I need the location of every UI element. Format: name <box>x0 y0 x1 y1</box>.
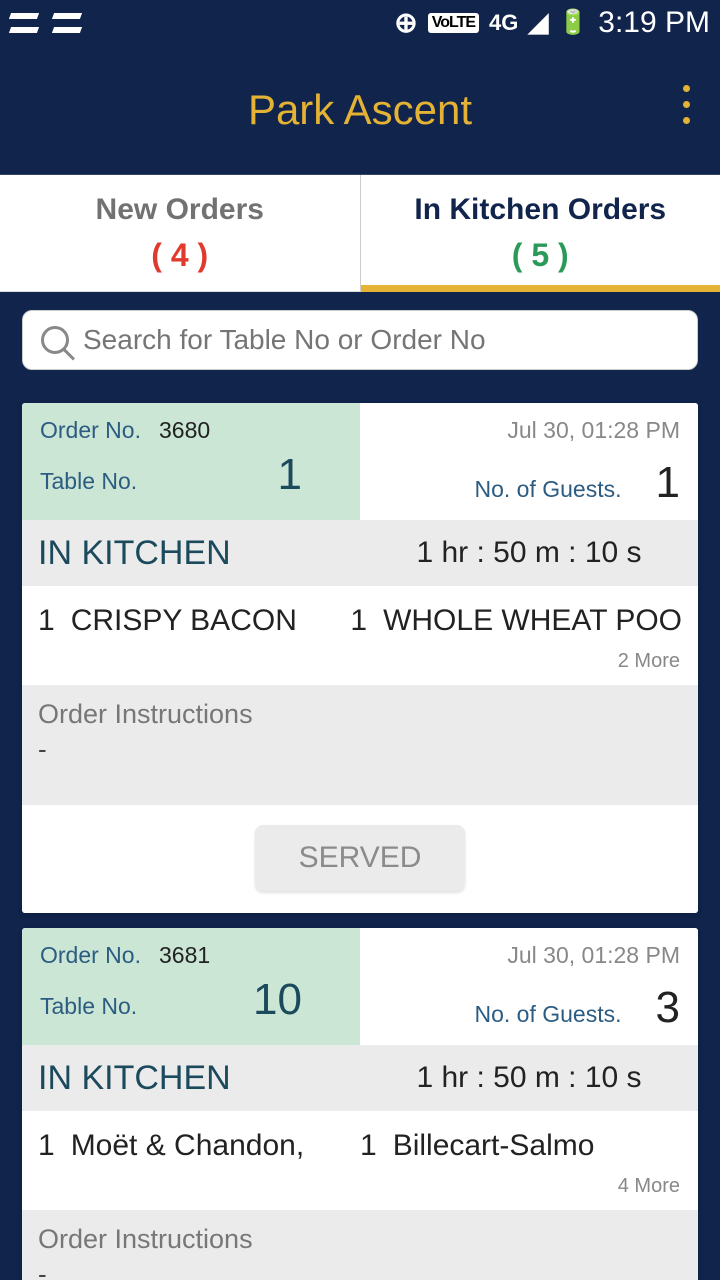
order-no-label: Order No. <box>40 942 141 969</box>
item-name: Moët & Chandon, <box>71 1129 304 1163</box>
nougat-icon <box>53 9 81 37</box>
instructions-text: - <box>38 734 682 765</box>
table-no-value: 1 <box>278 450 302 500</box>
overflow-menu-button[interactable] <box>683 85 690 124</box>
order-status: IN KITCHEN <box>22 520 360 586</box>
tab-label: New Orders <box>96 193 264 227</box>
item-qty: 1 <box>360 1129 377 1163</box>
more-items-link[interactable]: 4 More <box>22 1169 698 1210</box>
tab-count: ( 5 ) <box>512 237 569 274</box>
item-qty: 1 <box>38 1129 55 1163</box>
nougat-icon <box>10 9 38 37</box>
search-icon <box>41 326 69 354</box>
clock: 3:19 PM <box>598 6 710 40</box>
item-name: Billecart-Salmo <box>393 1129 595 1163</box>
guests-label: No. of Guests. <box>475 1001 622 1028</box>
instructions-label: Order Instructions <box>38 1224 682 1255</box>
item-qty: 1 <box>350 604 367 638</box>
table-no-value: 10 <box>253 975 302 1025</box>
tab-count: ( 4 ) <box>151 237 208 274</box>
data-sync-icon: ⊕ <box>394 6 417 39</box>
order-no-label: Order No. <box>40 417 141 444</box>
item-name: CRISPY BACON <box>71 604 297 638</box>
search-bar[interactable] <box>22 310 698 370</box>
guests-label: No. of Guests. <box>475 476 622 503</box>
instructions-label: Order Instructions <box>38 699 682 730</box>
table-no-label: Table No. <box>40 468 137 495</box>
network-label: 4G <box>489 10 518 36</box>
order-card[interactable]: Order No. 3680 Table No. 1 Jul 30, 01:28… <box>22 403 698 913</box>
tab-new-orders[interactable]: New Orders ( 4 ) <box>0 175 361 291</box>
instructions-text: - <box>38 1259 682 1280</box>
orders-list[interactable]: Order No. 3680 Table No. 1 Jul 30, 01:28… <box>0 388 720 1280</box>
order-card[interactable]: Order No. 3681 Table No. 10 Jul 30, 01:2… <box>22 928 698 1280</box>
order-timestamp: Jul 30, 01:28 PM <box>507 417 680 444</box>
table-no-label: Table No. <box>40 993 137 1020</box>
tab-in-kitchen-orders[interactable]: In Kitchen Orders ( 5 ) <box>361 175 720 291</box>
order-timestamp: Jul 30, 01:28 PM <box>507 942 680 969</box>
signal-icon: ◢ <box>528 7 548 38</box>
app-title: Park Ascent <box>248 86 472 134</box>
guests-value: 3 <box>656 983 680 1033</box>
tab-label: In Kitchen Orders <box>414 193 666 227</box>
served-button[interactable]: SERVED <box>255 825 466 891</box>
search-input[interactable] <box>83 324 679 356</box>
item-name: WHOLE WHEAT POO <box>383 604 682 638</box>
order-no-value: 3680 <box>159 417 210 444</box>
elapsed-time: 1 hr : 50 m : 10 s <box>360 520 698 586</box>
battery-charging-icon: 🔋 <box>558 8 588 37</box>
volte-badge: VoLTE <box>428 13 479 33</box>
order-no-value: 3681 <box>159 942 210 969</box>
status-bar: ⊕ VoLTE 4G ◢ 🔋 3:19 PM <box>0 0 720 45</box>
guests-value: 1 <box>656 458 680 508</box>
app-bar: Park Ascent <box>0 45 720 175</box>
elapsed-time: 1 hr : 50 m : 10 s <box>360 1045 698 1111</box>
order-status: IN KITCHEN <box>22 1045 360 1111</box>
more-items-link[interactable]: 2 More <box>22 644 698 685</box>
item-qty: 1 <box>38 604 55 638</box>
tabs: New Orders ( 4 ) In Kitchen Orders ( 5 ) <box>0 175 720 292</box>
